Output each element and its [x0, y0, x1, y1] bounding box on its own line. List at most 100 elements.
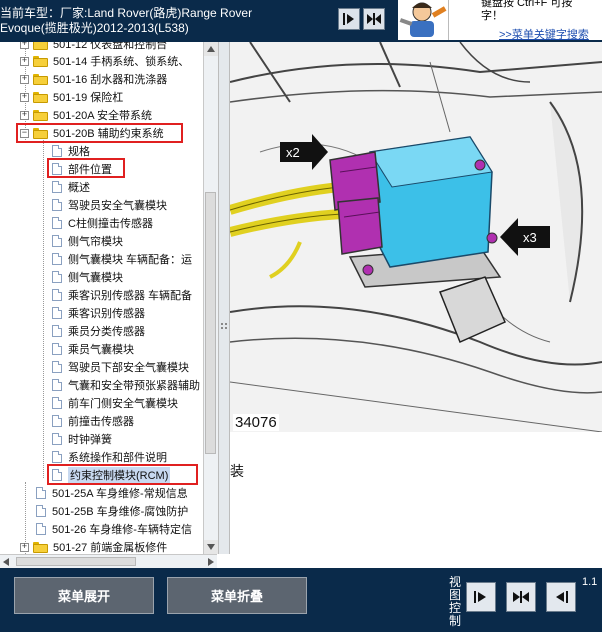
- tree-item-501-25b[interactable]: 501-25B 车身维修-腐蚀防护: [36, 502, 188, 520]
- tree-child-label: 气囊和安全带预张紧器辅助: [68, 380, 200, 392]
- tree-child-label: 侧气囊模块 车辆配备：运: [68, 254, 193, 266]
- tree-child-front-door-airbag[interactable]: 前车门侧安全气囊模块: [52, 394, 178, 412]
- callout-x3-label: x3: [523, 230, 537, 245]
- help-line2: 字！: [481, 10, 503, 22]
- tree-child-label: 侧气帘模块: [68, 236, 123, 248]
- tree-child-label: 乘客识别传感器 车辆配备: [68, 290, 193, 302]
- tree-child-side-airbag[interactable]: 侧气囊模块: [52, 268, 123, 286]
- tree-item-label: 501-12 仪表盘和控制台: [53, 42, 168, 51]
- menu-collapse-button[interactable]: 菜单折叠: [167, 577, 307, 614]
- tree-child-c-pillar-sensor[interactable]: C柱侧撞击传感器: [52, 214, 153, 232]
- tree-child-label: 概述: [68, 182, 90, 194]
- document-icon: [52, 361, 62, 373]
- folder-icon: [33, 73, 48, 85]
- expand-icon[interactable]: +: [20, 74, 29, 84]
- tree-horizontal-scrollbar[interactable]: [0, 554, 217, 569]
- tree-child-label: 侧气囊模块: [68, 272, 123, 284]
- arrow-right-bar-icon: [474, 591, 486, 603]
- bottom-toolbar: 菜单展开 菜单折叠 视图控制 1.1: [0, 568, 602, 632]
- grip-icon: [221, 323, 227, 329]
- tree-item-501-20a[interactable]: + 501-20A 安全带系统: [20, 106, 152, 124]
- tree-child-passenger-airbag[interactable]: 乘员气囊模块: [52, 340, 134, 358]
- tree-child-passenger-sensor[interactable]: 乘客识别传感器: [52, 304, 145, 322]
- document-icon: [36, 487, 46, 499]
- menu-expand-button[interactable]: 菜单展开: [14, 577, 154, 614]
- nav-right-button[interactable]: [338, 8, 360, 30]
- tree-guide: [43, 140, 44, 478]
- document-icon: [52, 271, 62, 283]
- document-icon: [52, 199, 62, 211]
- tree-child-side-curtain[interactable]: 侧气帘模块: [52, 232, 123, 250]
- tree-item-501-25a[interactable]: 501-25A 车身维修-常规信息: [36, 484, 188, 502]
- document-icon: [52, 181, 62, 193]
- scroll-thumb[interactable]: [205, 192, 216, 454]
- vehicle-title: 当前车型：厂家:Land Rover(路虎)Range Rover Evoque…: [0, 6, 252, 36]
- tree-vertical-scrollbar[interactable]: [203, 42, 218, 554]
- expand-icon[interactable]: +: [20, 110, 29, 120]
- tree-child-label: 乘员分类传感器: [68, 326, 145, 338]
- expand-icon[interactable]: +: [20, 56, 29, 66]
- tree-child-side-airbag-equipped[interactable]: 侧气囊模块 车辆配备：运: [52, 250, 192, 268]
- tree-item-501-19[interactable]: + 501-19 保险杠: [20, 88, 123, 106]
- tree-child-label: 规格: [68, 146, 90, 158]
- tree-item-501-27[interactable]: + 501-27 前端金属板修件: [20, 538, 167, 554]
- view-control-label: 视图控制: [448, 575, 461, 628]
- view-split-button[interactable]: [506, 582, 536, 612]
- tree-item-label: 501-14 手柄系统、锁系统、: [53, 56, 190, 68]
- expand-icon[interactable]: +: [20, 92, 29, 102]
- document-icon: [52, 145, 62, 157]
- folder-icon: [33, 55, 48, 67]
- document-icon: [52, 235, 62, 247]
- nav-split-button[interactable]: [363, 8, 385, 30]
- tree-item-label: 501-16 刮水器和洗涤器: [53, 74, 168, 86]
- tree-item-label: 501-19 保险杠: [53, 92, 124, 104]
- tree-child-label: 乘员气囊模块: [68, 344, 134, 356]
- expand-icon[interactable]: +: [20, 542, 29, 552]
- component-diagram: x2 x3: [230, 42, 602, 432]
- split-arrows-icon: [513, 591, 529, 603]
- arrow-left-icon[interactable]: [3, 558, 11, 566]
- arrow-down-icon: [207, 544, 215, 550]
- tree-child-overview[interactable]: 概述: [52, 178, 90, 196]
- help-text: 键盘按 Ctrl+F 可按 字！: [481, 0, 572, 23]
- tree-item-501-16[interactable]: + 501-16 刮水器和洗涤器: [20, 70, 167, 88]
- tree-item-501-14[interactable]: + 501-14 手柄系统、锁系统、: [20, 52, 189, 70]
- document-icon: [52, 325, 62, 337]
- menu-search-link[interactable]: >>菜单关键字搜索: [499, 26, 589, 42]
- tree-child-label: 驾驶员下部安全气囊模块: [68, 362, 189, 374]
- tree-item-label: 501-26 车身维修-车辆特定信: [52, 524, 192, 536]
- tree-child-front-impact-sensor[interactable]: 前撞击传感器: [52, 412, 134, 430]
- view-right-button[interactable]: [466, 582, 496, 612]
- tree-child-driver-airbag[interactable]: 驾驶员安全气囊模块: [52, 196, 167, 214]
- tree-item-501-26[interactable]: 501-26 车身维修-车辆特定信: [36, 520, 192, 538]
- tree-child-driver-knee-airbag[interactable]: 驾驶员下部安全气囊模块: [52, 358, 189, 376]
- tree-child-clockspring[interactable]: 时钟弹簧: [52, 430, 112, 448]
- top-bar: 当前车型：厂家:Land Rover(路虎)Range Rover Evoque…: [0, 0, 602, 42]
- help-box: 键盘按 Ctrl+F 可按 字！ >>菜单关键字搜索: [448, 0, 602, 42]
- document-icon: [52, 253, 62, 265]
- document-icon: [36, 505, 46, 517]
- arrow-right-icon[interactable]: [206, 558, 214, 566]
- figure-number: 34076: [233, 414, 279, 431]
- split-arrows-icon: [367, 13, 381, 25]
- view-left-button[interactable]: [546, 582, 576, 612]
- help-line1: 键盘按 Ctrl+F 可按: [481, 0, 573, 9]
- folder-icon: [33, 42, 48, 50]
- arrow-right-bar-icon: [343, 13, 354, 25]
- page-indicator: 1.1: [582, 576, 598, 588]
- tree-child-occupant-classification[interactable]: 乘员分类传感器: [52, 322, 145, 340]
- scroll-up-button[interactable]: [204, 42, 218, 56]
- scroll-down-button[interactable]: [204, 540, 218, 554]
- tree-child-label: 系统操作和部件说明: [68, 452, 167, 464]
- tree-child-label: 前撞击传感器: [68, 416, 134, 428]
- document-icon: [52, 289, 62, 301]
- tree-child-pretensioner[interactable]: 气囊和安全带预张紧器辅助: [52, 376, 200, 394]
- document-icon: [52, 343, 62, 355]
- hscroll-thumb[interactable]: [16, 557, 136, 566]
- highlight-box-501-20b: [16, 123, 183, 143]
- tree-child-label: 乘客识别传感器: [68, 308, 145, 320]
- tree-child-passenger-sensor-equipped[interactable]: 乘客识别传感器 车辆配备: [52, 286, 192, 304]
- document-icon: [52, 415, 62, 427]
- expand-icon[interactable]: +: [20, 42, 29, 49]
- panel-splitter[interactable]: [218, 42, 230, 554]
